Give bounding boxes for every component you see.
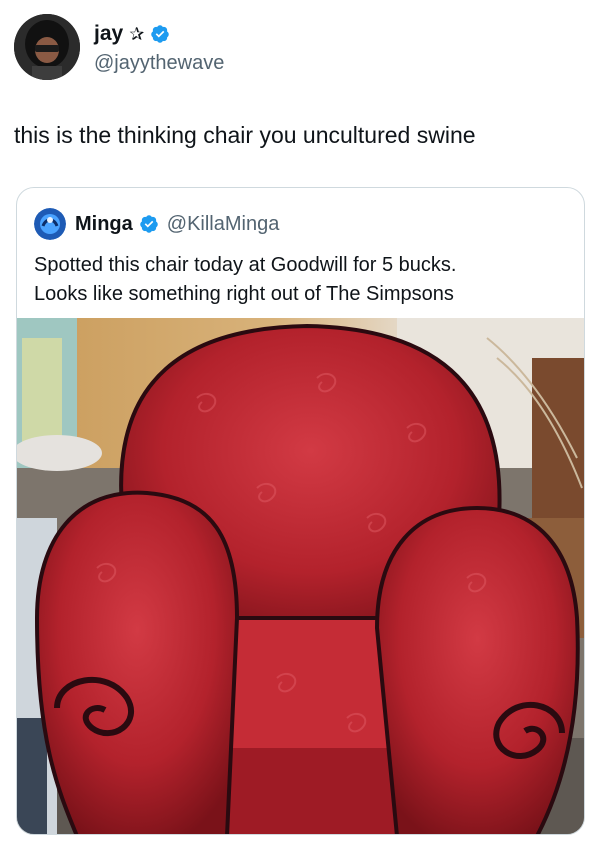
quoted-avatar-icon — [34, 208, 66, 240]
star-emoji: ✰ — [129, 23, 145, 44]
tweet-header: jay ✰ @jayythewave — [14, 14, 584, 80]
quoted-photo[interactable] — [17, 318, 584, 834]
author-display-name[interactable]: jay — [94, 22, 123, 46]
quoted-avatar[interactable] — [34, 208, 66, 240]
author-avatar[interactable] — [14, 14, 80, 80]
quoted-text-line-1: Spotted this chair today at Goodwill for… — [34, 254, 457, 276]
author-name-row[interactable]: jay ✰ — [94, 22, 170, 46]
avatar-photo-icon — [14, 14, 80, 80]
tweet-text: this is the thinking chair you unculture… — [14, 122, 476, 148]
verified-badge-icon — [140, 215, 158, 233]
quoted-display-name[interactable]: Minga — [75, 213, 133, 236]
quoted-tweet-card[interactable]: Minga @KillaMinga Spotted this chair tod… — [16, 187, 585, 835]
quoted-text-line-2: Looks like something right out of The Si… — [34, 283, 454, 305]
red-armchair-photo-icon — [17, 318, 584, 834]
quoted-header: Minga @KillaMinga — [34, 208, 279, 240]
author-handle[interactable]: @jayythewave — [94, 52, 224, 75]
quoted-text: Spotted this chair today at Goodwill for… — [34, 251, 564, 309]
verified-badge-icon — [151, 25, 170, 43]
quoted-handle[interactable]: @KillaMinga — [167, 213, 280, 236]
